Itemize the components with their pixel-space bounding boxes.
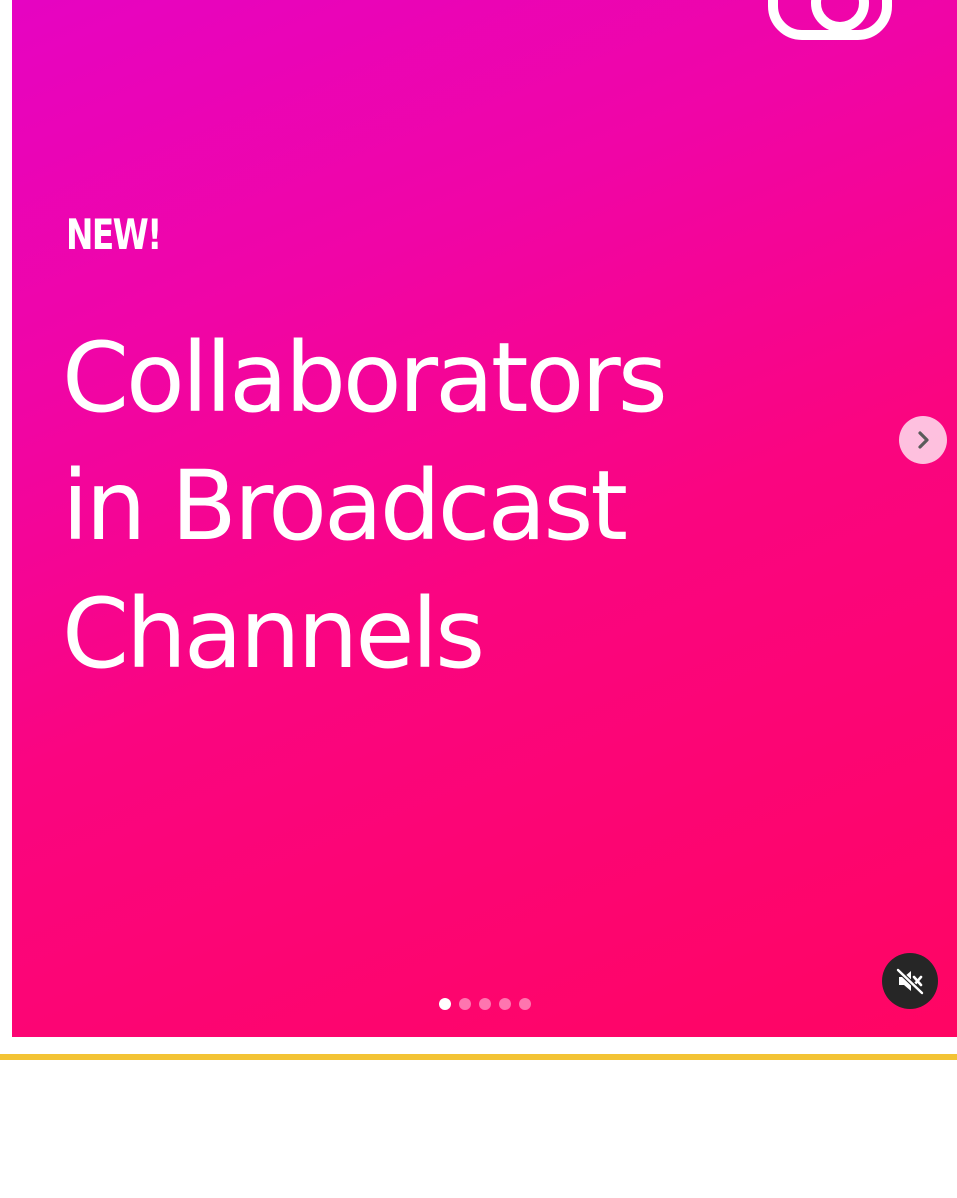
headline-line-2: in Broadcast <box>62 450 628 562</box>
headline-line-1: Collaborators <box>62 322 668 434</box>
carousel-dot <box>458 998 471 1010</box>
next-slide-button[interactable] <box>899 416 947 464</box>
carousel-dot <box>478 998 491 1010</box>
speaker-muted-icon <box>895 967 925 996</box>
carousel-slide-image[interactable]: NEW! Collaborators in Broadcast Channels <box>12 0 957 1037</box>
page: NEW! Collaborators in Broadcast Channels <box>0 0 957 1198</box>
carousel-indicator <box>12 998 957 1010</box>
instagram-logo-icon <box>768 0 892 40</box>
instagram-logo-lens <box>811 0 869 32</box>
chevron-right-icon <box>918 431 929 449</box>
slide-headline: Collaborators in Broadcast Channels <box>62 314 822 698</box>
carousel-dot <box>518 998 531 1010</box>
section-divider <box>0 1054 957 1060</box>
carousel-dot <box>438 998 451 1010</box>
headline-line-3: Channels <box>62 578 485 690</box>
carousel-dot <box>498 998 511 1010</box>
new-badge: NEW! <box>66 210 162 259</box>
